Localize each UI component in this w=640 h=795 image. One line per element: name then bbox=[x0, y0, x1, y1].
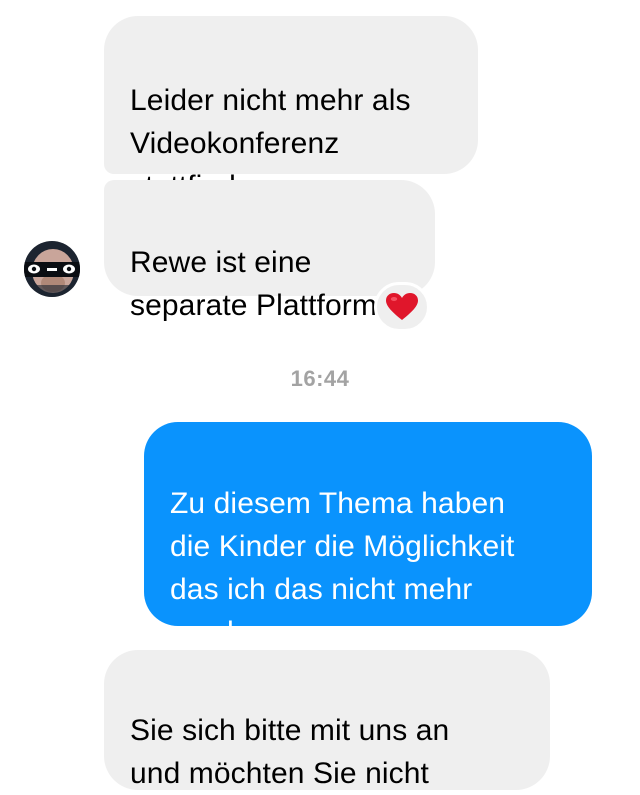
message-text: Rewe ist eine separate Plattform bbox=[130, 246, 377, 322]
message-text: Zu diesem Thema haben die Kinder die Mög… bbox=[170, 487, 515, 649]
message-text: Sie sich bitte mit uns an und möchten Si… bbox=[130, 714, 450, 790]
message-timestamp: 16:44 bbox=[290, 366, 350, 391]
incoming-message-bubble[interactable]: Sie sich bitte mit uns an und möchten Si… bbox=[104, 650, 550, 790]
contact-avatar[interactable] bbox=[24, 241, 80, 297]
incoming-message-bubble[interactable]: Rewe ist eine separate Plattform bbox=[104, 180, 435, 322]
incoming-message-bubble[interactable]: Leider nicht mehr als Videokonferenz sta… bbox=[104, 16, 478, 203]
avatar-icon bbox=[24, 241, 80, 297]
reaction-badge[interactable] bbox=[374, 282, 430, 332]
outgoing-message-bubble[interactable]: Zu diesem Thema haben die Kinder die Mög… bbox=[144, 422, 592, 649]
heart-icon bbox=[386, 293, 418, 320]
